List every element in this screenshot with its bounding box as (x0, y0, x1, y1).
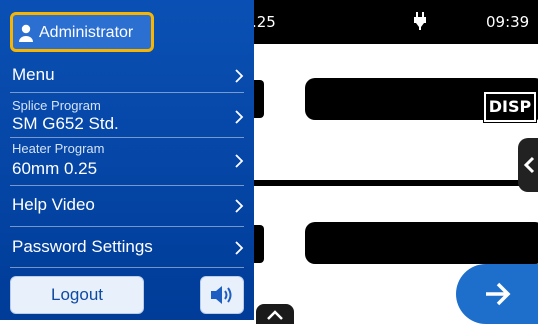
splice-program-value: SM G652 Std. (12, 114, 119, 133)
help-video-item[interactable]: Help Video (0, 188, 254, 224)
splice-program-title: Splice Program (12, 98, 101, 113)
clock: 09:39 (486, 13, 530, 31)
chevron-right-icon (234, 69, 244, 83)
chevron-right-icon (234, 199, 244, 213)
status-partial-value: .25 (252, 13, 276, 31)
side-menu-drawer: Administrator Menu Splice Program SM G65… (0, 0, 254, 320)
menu-item-label: Menu (12, 65, 55, 84)
user-role-label: Administrator (39, 24, 134, 41)
collapse-tab[interactable] (518, 138, 538, 192)
screen-divider (252, 180, 538, 186)
menu-item[interactable]: Menu (0, 60, 254, 90)
heater-program-value: 60mm 0.25 (12, 159, 98, 178)
heater-program-item[interactable]: Heater Program 60mm 0.25 (0, 138, 254, 182)
chevron-right-icon (234, 241, 244, 255)
next-button[interactable] (456, 264, 538, 324)
plug-icon (413, 12, 427, 30)
logout-button[interactable]: Logout (10, 276, 144, 314)
divider (10, 92, 244, 93)
arrow-right-icon (484, 281, 512, 312)
chevron-left-icon (523, 156, 535, 179)
password-settings-label: Password Settings (12, 237, 153, 256)
expand-tab[interactable] (256, 304, 294, 324)
chevron-up-icon (266, 308, 284, 326)
volume-button[interactable] (200, 276, 244, 314)
heater-program-title: Heater Program (12, 141, 105, 156)
speaker-icon (210, 285, 236, 310)
status-bar: .25 09:39 (252, 0, 538, 44)
splice-program-item[interactable]: Splice Program SM G652 Std. (0, 94, 254, 136)
user-role-badge[interactable]: Administrator (10, 12, 154, 52)
password-settings-item[interactable]: Password Settings (0, 228, 254, 264)
divider (10, 185, 244, 186)
user-icon (19, 24, 33, 47)
help-video-label: Help Video (12, 195, 95, 214)
divider (10, 226, 244, 227)
chevron-right-icon (234, 110, 244, 124)
divider (10, 267, 244, 268)
disp-button[interactable]: DISP (484, 92, 536, 122)
fiber-image-lower-right (305, 222, 538, 264)
chevron-right-icon (234, 154, 244, 168)
